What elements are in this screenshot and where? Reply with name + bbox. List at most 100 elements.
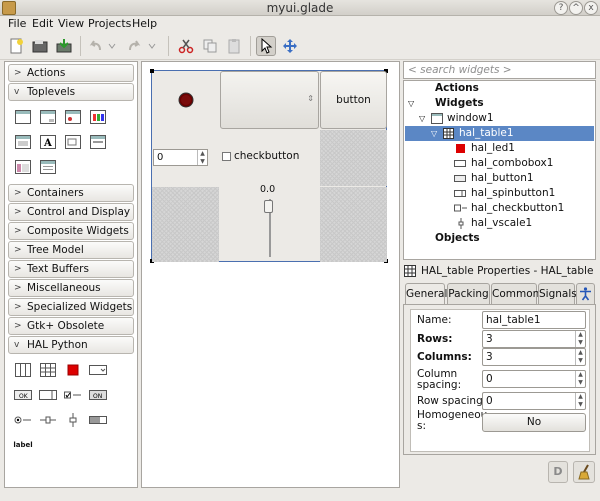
palette-category-actions[interactable]: > Actions: [8, 64, 134, 82]
hal-combobox1-preview[interactable]: ⇕: [220, 71, 319, 129]
expander-open-icon[interactable]: ▽: [431, 126, 437, 141]
homogeneous-toggle[interactable]: No: [482, 413, 586, 432]
hal-table-icon[interactable]: [37, 359, 59, 381]
offscreen-window-icon[interactable]: [37, 156, 59, 178]
hal-hbox-icon[interactable]: [12, 359, 34, 381]
tree-row-actions[interactable]: Actions: [405, 81, 594, 96]
hal-togglebutton-icon[interactable]: ON: [87, 384, 109, 406]
save-icon: [56, 39, 72, 53]
tab-signals[interactable]: Signals: [538, 283, 577, 305]
hal-label-icon[interactable]: label: [12, 434, 34, 456]
select-mode-button[interactable]: [256, 36, 276, 56]
hal-combobox-icon[interactable]: [87, 359, 109, 381]
tree-row-hal-table1[interactable]: ▽ hal_table1: [405, 126, 594, 141]
drag-resize-mode-button[interactable]: [280, 36, 300, 56]
spin-arrows-icon[interactable]: ▲ ▼: [575, 393, 585, 409]
empty-cell-placeholder[interactable]: [320, 187, 387, 262]
palette-category-hal-python[interactable]: v HAL Python: [8, 336, 134, 354]
maximize-button[interactable]: ^: [569, 1, 583, 15]
tree-row-hal-combobox1[interactable]: hal_combobox1: [405, 156, 594, 171]
row-spacing-spinbutton[interactable]: 0 ▲ ▼: [482, 392, 586, 410]
palette-category-composite[interactable]: > Composite Widgets: [8, 222, 134, 240]
color-dialog-icon[interactable]: [12, 131, 34, 153]
close-button[interactable]: x: [584, 1, 598, 15]
spin-arrows-icon[interactable]: ▲ ▼: [575, 349, 585, 365]
assistant-icon[interactable]: [12, 156, 34, 178]
window-widget-icon[interactable]: [12, 106, 34, 128]
hal-led1-preview[interactable]: [152, 71, 220, 129]
palette-category-text-buffers[interactable]: > Text Buffers: [8, 260, 134, 278]
copy-button[interactable]: [200, 36, 220, 56]
rows-spinbutton[interactable]: 3 ▲ ▼: [482, 330, 586, 348]
palette-category-specialized[interactable]: > Specialized Widgets: [8, 298, 134, 316]
menu-view[interactable]: View: [58, 17, 84, 30]
menu-file[interactable]: File: [8, 17, 26, 30]
clear-property-button[interactable]: [573, 461, 595, 483]
hal-progressbar-icon[interactable]: [87, 409, 109, 431]
tree-row-hal-spinbutton1[interactable]: hal_spinbutton1: [405, 186, 594, 201]
hal-button-icon[interactable]: OK: [12, 384, 34, 406]
undo-button[interactable]: [86, 36, 106, 56]
recent-chooser-icon[interactable]: [87, 131, 109, 153]
empty-cell-placeholder[interactable]: [320, 130, 387, 186]
name-field[interactable]: hal_table1: [482, 311, 586, 329]
save-project-button[interactable]: [54, 36, 74, 56]
tab-common[interactable]: Common: [491, 283, 539, 305]
tree-row-hal-led1[interactable]: hal_led1: [405, 141, 594, 156]
tree-row-hal-checkbutton1[interactable]: hal_checkbutton1: [405, 201, 594, 216]
palette-category-gtk-obsolete[interactable]: > Gtk+ Obsolete: [8, 317, 134, 335]
led-indicator-icon: [178, 92, 194, 108]
hal-checkbutton1-checkbox[interactable]: [222, 152, 231, 161]
tab-packing[interactable]: Packing: [447, 283, 490, 305]
hal-led-icon[interactable]: [62, 359, 84, 381]
spin-arrows-icon[interactable]: ▲ ▼: [197, 150, 207, 165]
hal-button1-preview[interactable]: button: [320, 71, 387, 129]
window1-preview[interactable]: ⇕ button 0 ▲ ▼ checkbutton 0.0: [150, 69, 388, 263]
palette-category-toplevels[interactable]: v Toplevels: [8, 83, 134, 101]
hal-hscale-icon[interactable]: [37, 409, 59, 431]
hal-vscale1-slider[interactable]: [264, 200, 273, 213]
hal-checkbutton-icon[interactable]: [62, 384, 84, 406]
palette-category-control-display[interactable]: > Control and Display: [8, 203, 134, 221]
tree-row-objects[interactable]: Objects: [405, 231, 594, 246]
dialog-widget-icon[interactable]: [37, 106, 59, 128]
menu-edit[interactable]: Edit: [32, 17, 53, 30]
palette-category-containers[interactable]: > Containers: [8, 184, 134, 202]
hal-spinbutton-icon[interactable]: [37, 384, 59, 406]
undo-dropdown[interactable]: [106, 36, 118, 56]
help-window-button[interactable]: ?: [554, 1, 568, 15]
palette-category-miscellaneous[interactable]: > Miscellaneous: [8, 279, 134, 297]
palette-category-tree-model[interactable]: > Tree Model: [8, 241, 134, 259]
hal-vscale-icon[interactable]: [62, 409, 84, 431]
file-chooser-icon[interactable]: [62, 131, 84, 153]
tree-row-hal-vscale1[interactable]: hal_vscale1: [405, 216, 594, 231]
column-spacing-spinbutton[interactable]: 0 ▲ ▼: [482, 370, 586, 388]
menu-help[interactable]: Help: [132, 17, 157, 30]
menu-projects[interactable]: Projects: [88, 17, 131, 30]
font-dialog-icon[interactable]: A: [37, 131, 59, 153]
redo-dropdown[interactable]: [146, 36, 158, 56]
message-dialog-icon[interactable]: [62, 106, 84, 128]
redo-button[interactable]: [124, 36, 144, 56]
spin-arrows-icon[interactable]: ▲ ▼: [575, 371, 585, 387]
spin-arrows-icon[interactable]: ▲ ▼: [575, 331, 585, 347]
paste-button[interactable]: [224, 36, 244, 56]
cut-button[interactable]: [176, 36, 196, 56]
docs-button[interactable]: D: [548, 461, 568, 483]
hal-spinbutton1-preview[interactable]: 0 ▲ ▼: [153, 149, 208, 166]
search-widgets-input[interactable]: < search widgets >: [403, 61, 596, 79]
tree-row-hal-button1[interactable]: hal_button1: [405, 171, 594, 186]
about-dialog-icon[interactable]: [87, 106, 109, 128]
tab-accessibility[interactable]: [576, 283, 595, 305]
columns-spinbutton[interactable]: 3 ▲ ▼: [482, 348, 586, 366]
tree-row-window1[interactable]: ▽ window1: [405, 111, 594, 126]
table-icon: [404, 265, 416, 277]
open-project-button[interactable]: [30, 36, 50, 56]
new-project-button[interactable]: [6, 36, 26, 56]
tree-row-widgets[interactable]: ▽ Widgets: [405, 96, 594, 111]
expander-open-icon[interactable]: ▽: [419, 111, 425, 126]
empty-cell-placeholder[interactable]: [152, 187, 219, 262]
expander-open-icon[interactable]: ▽: [408, 96, 414, 111]
hal-radiobutton-icon[interactable]: [12, 409, 34, 431]
tab-general[interactable]: General: [405, 283, 447, 306]
